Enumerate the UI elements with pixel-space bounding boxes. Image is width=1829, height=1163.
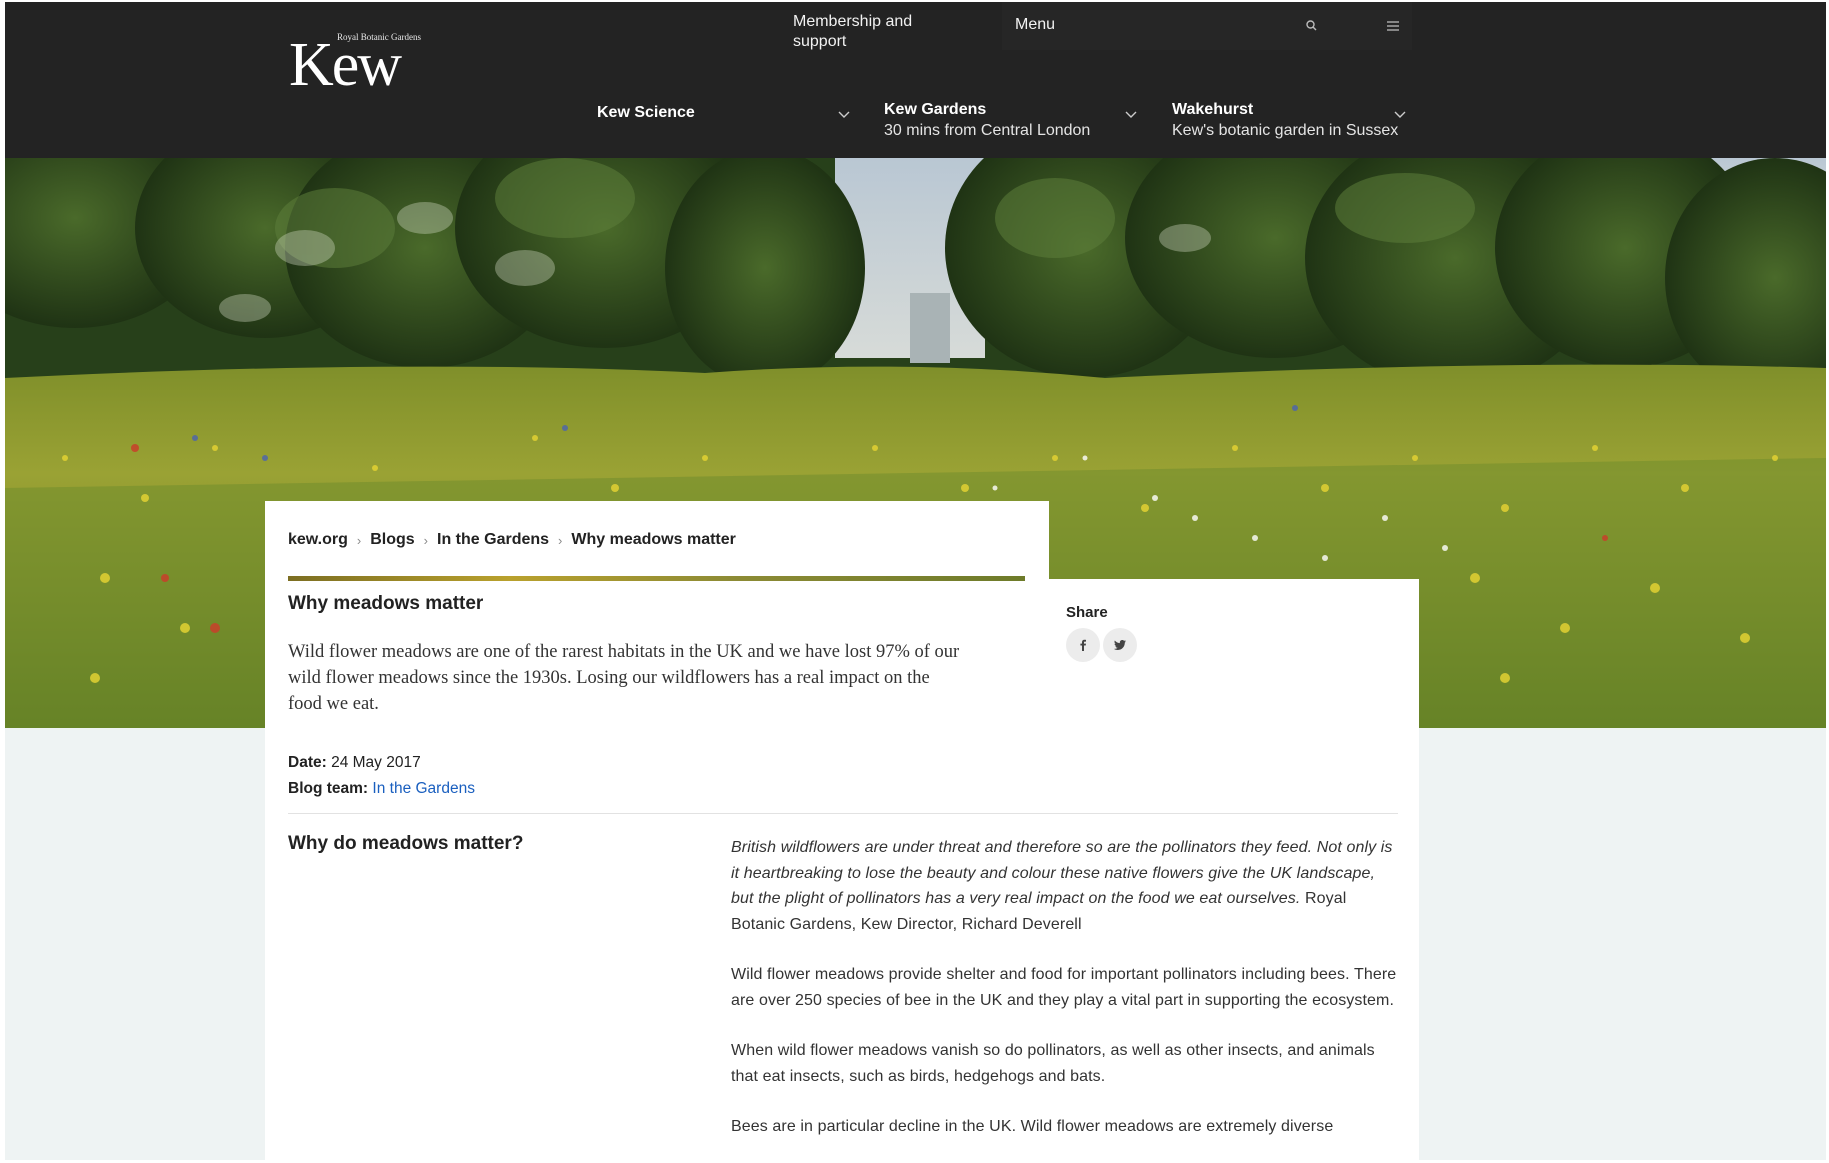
breadcrumb: kew.org › Blogs › In the Gardens › Why m… [288, 531, 736, 549]
nav-kew-science-title: Kew Science [597, 104, 695, 121]
article-intro: Wild flower meadows are one of the rares… [288, 642, 960, 714]
hamburger-menu-icon[interactable] [1385, 18, 1401, 34]
page: Royal Botanic Gardens Kew Membership and… [5, 2, 1826, 1160]
chevron-right-icon: › [423, 532, 429, 548]
nav-wakehurst-title: Wakehurst [1172, 101, 1254, 118]
nav-wakehurst-subtitle: Kew's botanic garden in Sussex [1172, 122, 1399, 139]
breadcrumb-kew-org[interactable]: kew.org [288, 531, 348, 549]
chevron-right-icon: › [558, 532, 563, 548]
chevron-down-icon [838, 111, 850, 118]
blog-team-link[interactable]: In the Gardens [372, 780, 475, 797]
body-paragraph: When wild flower meadows vanish so do po… [731, 1042, 1375, 1085]
body-paragraph: Bees are in particular decline in the UK… [731, 1118, 1334, 1135]
article-body: British wildflowers are under threat and… [731, 835, 1399, 1160]
nav-kew-gardens-subtitle: 30 mins from Central London [884, 122, 1091, 139]
breadcrumb-blogs[interactable]: Blogs [370, 531, 414, 549]
chevron-right-icon: › [356, 532, 362, 548]
share-twitter-button[interactable] [1103, 628, 1137, 662]
article-date: Date: 24 May 2017 [288, 754, 421, 772]
logo-text: Kew [289, 31, 402, 99]
menu-label[interactable]: Menu [1015, 16, 1055, 34]
nav-kew-gardens-title: Kew Gardens [884, 101, 987, 118]
content-divider [288, 813, 1398, 814]
chevron-down-icon [1394, 111, 1406, 118]
share-label: Share [1066, 604, 1108, 621]
section-heading: Why do meadows matter? [288, 833, 524, 854]
share-facebook-button[interactable] [1066, 628, 1100, 662]
facebook-icon [1080, 639, 1086, 651]
nav-kew-science[interactable]: Kew Science [597, 100, 853, 142]
quote-paragraph: British wildflowers are under threat and… [731, 835, 1399, 937]
search-icon[interactable] [1304, 18, 1320, 34]
director-quote: British wildflowers are under threat and… [731, 839, 1393, 907]
date-label: Date: [288, 754, 327, 771]
body-paragraph: Wild flower meadows provide shelter and … [731, 966, 1397, 1009]
chevron-down-icon [1125, 111, 1137, 118]
twitter-icon [1113, 640, 1126, 650]
breadcrumb-current: Why meadows matter [571, 531, 736, 548]
membership-link[interactable]: Membership and support [793, 12, 953, 52]
title-accent-bar [288, 576, 1025, 581]
nav-kew-gardens[interactable]: Kew Gardens 30 mins from Central London [884, 100, 1140, 142]
breadcrumb-in-the-gardens[interactable]: In the Gardens [437, 531, 549, 549]
blog-team-label: Blog team: [288, 780, 369, 797]
article-blog-team: Blog team: In the Gardens [288, 780, 475, 798]
nav-wakehurst[interactable]: Wakehurst Kew's botanic garden in Sussex [1172, 100, 1422, 142]
date-value: 24 May 2017 [331, 754, 421, 771]
site-header: Royal Botanic Gardens Kew Membership and… [5, 2, 1826, 158]
page-title: Why meadows matter [288, 593, 484, 614]
kew-logo[interactable]: Royal Botanic Gardens Kew [289, 30, 429, 96]
menu-search-bar: Menu [1002, 2, 1412, 50]
